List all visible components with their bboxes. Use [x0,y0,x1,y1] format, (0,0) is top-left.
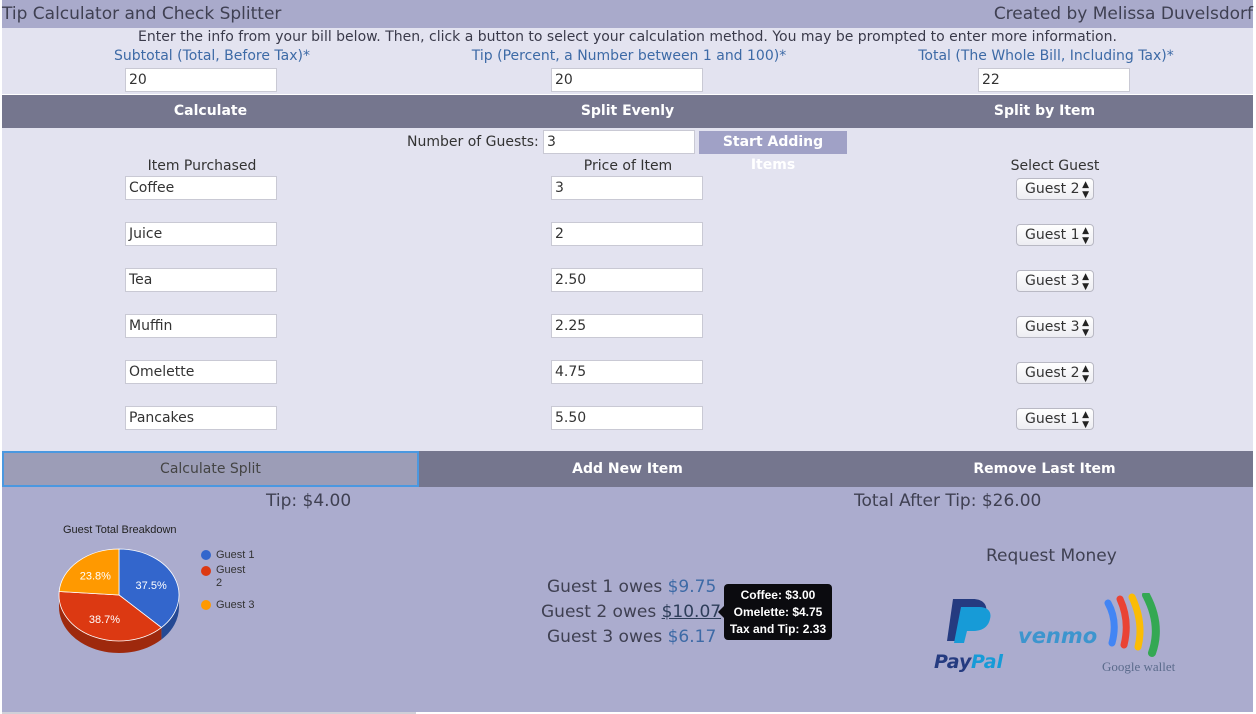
paypal-icon[interactable]: Pay Pal [931,595,1011,675]
subtotal-label: Subtotal (Total, Before Tax)* [114,48,310,64]
pie-slice-label: 23.8% [80,570,111,582]
owes-amount-link[interactable]: $10.07 [662,602,721,622]
calculate-button[interactable]: Calculate [2,95,419,128]
number-of-guests-label: Number of Guests: [407,134,539,150]
app-header: Tip Calculator and Check Splitter Create… [2,0,1253,28]
select-arrows-icon: ▲ ▼ [1082,180,1089,200]
guest-select[interactable]: Guest 3 ▲ ▼ [1016,316,1094,338]
total-label: Total (The Whole Bill, Including Tax)* [918,48,1174,64]
guest-1-owes: Guest 1 owes $9.75 [547,577,716,597]
instructions-text: Enter the info from your bill below. The… [138,29,1117,45]
guest-select-value: Guest 1 [1025,411,1080,427]
svg-text:Google wallet: Google wallet [1102,659,1176,674]
guest-select-value: Guest 2 [1025,181,1080,197]
item-price-input[interactable]: 3 [551,176,703,200]
item-column-header: Item Purchased [147,158,257,174]
pie-slice-label: 38.7% [89,614,120,626]
total-input[interactable]: 22 [978,68,1130,92]
guest-select-value: Guest 1 [1025,227,1080,243]
number-of-guests-input[interactable]: 3 [543,130,695,154]
legend-dot-icon [201,550,211,560]
tip-calculator-app: Tip Calculator and Check Splitter Create… [2,0,1253,714]
select-arrows-icon: ▲ ▼ [1082,272,1089,292]
tip-input[interactable]: 20 [551,68,703,92]
guest-select[interactable]: Guest 2 ▲ ▼ [1016,362,1094,384]
item-name-input[interactable]: Muffin [125,314,277,338]
svg-text:Pal: Pal [971,651,1004,673]
breakdown-tooltip: Coffee: $3.00 Omelette: $4.75 Tax and Ti… [718,584,832,640]
legend-label: Guest 2 [216,564,246,589]
select-arrows-icon: ▲ ▼ [1082,318,1089,338]
start-adding-items-button[interactable]: Start Adding Items [699,131,847,173]
select-arrows-icon: ▲ ▼ [1082,226,1089,246]
pie-slice-label: 37.5% [136,580,167,592]
legend-item-guest-1: Guest 1 [201,548,255,564]
item-price-input[interactable]: 2.50 [551,268,703,292]
item-price-input[interactable]: 2 [551,222,703,246]
legend-dot-icon [201,600,211,610]
guest-select-value: Guest 3 [1025,273,1080,289]
owes-amount-link[interactable]: $9.75 [668,577,717,597]
item-price-input[interactable]: 2.25 [551,314,703,338]
owes-label: Guest 2 owes [541,602,657,622]
venmo-icon[interactable]: venmo [1016,621,1106,651]
tip-amount: Tip: $4.00 [266,491,352,511]
guest-3-owes: Guest 3 owes $6.17 [547,627,716,647]
app-title: Tip Calculator and Check Splitter [2,4,282,24]
add-new-item-button[interactable]: Add New Item [419,451,836,487]
svg-text:venmo: venmo [1018,624,1097,648]
legend-label: Guest 1 [216,549,255,561]
item-price-input[interactable]: 4.75 [551,360,703,384]
price-column-header: Price of Item [583,158,673,174]
tooltip-line: Tax and Tip: 2.33 [729,622,827,636]
split-evenly-button[interactable]: Split Evenly [419,95,836,128]
legend-label: Guest 3 [216,599,255,611]
owes-label: Guest 3 owes [547,627,663,647]
item-price-input[interactable]: 5.50 [551,406,703,430]
guest-breakdown-pie-chart: 37.5% 38.7% 23.8% [58,548,180,653]
results-panel: Tip: $4.00 Total After Tip: $26.00 Guest… [2,487,1253,712]
request-money-heading: Request Money [986,546,1117,566]
total-after-tip: Total After Tip: $26.00 [854,491,1042,511]
tip-label: Tip (Percent, a Number between 1 and 100… [471,48,787,64]
split-by-item-button[interactable]: Split by Item [836,95,1253,128]
item-name-input[interactable]: Juice [125,222,277,246]
guest-select[interactable]: Guest 1 ▲ ▼ [1016,224,1094,246]
guest-select[interactable]: Guest 2 ▲ ▼ [1016,178,1094,200]
bill-info-panel: Enter the info from your bill below. The… [2,28,1253,94]
guest-column-header: Select Guest [1010,158,1100,174]
item-name-input[interactable]: Tea [125,268,277,292]
legend-dot-icon [201,566,211,576]
item-name-input[interactable]: Omelette [125,360,277,384]
method-bar: Calculate Split Evenly Split by Item [2,95,1253,128]
subtotal-input[interactable]: 20 [125,68,277,92]
select-arrows-icon: ▲ ▼ [1082,410,1089,430]
calculate-split-button[interactable]: Calculate Split [2,451,419,487]
guest-select-value: Guest 3 [1025,319,1080,335]
tooltip-line: Coffee: $3.00 [740,588,816,602]
remove-last-item-button[interactable]: Remove Last Item [836,451,1253,487]
legend-item-guest-3: Guest 3 [201,598,255,614]
google-wallet-icon[interactable]: Google wallet [1098,593,1182,677]
owes-amount-link[interactable]: $6.17 [668,627,717,647]
author-credit: Created by Melissa Duvelsdorf [993,4,1253,24]
owes-label: Guest 1 owes [547,577,663,597]
guest-select-value: Guest 2 [1025,365,1080,381]
guest-select[interactable]: Guest 1 ▲ ▼ [1016,408,1094,430]
guest-select[interactable]: Guest 3 ▲ ▼ [1016,270,1094,292]
chart-legend: Guest 1 Guest 2 Guest 3 [201,548,255,614]
legend-item-guest-2: Guest 2 [201,564,251,598]
svg-text:Pay: Pay [934,651,973,673]
chart-title: Guest Total Breakdown [63,524,177,536]
items-panel: Number of Guests: 3 Start Adding Items I… [2,128,1253,451]
guest-2-owes: Guest 2 owes $10.07 [541,602,721,622]
select-arrows-icon: ▲ ▼ [1082,364,1089,384]
item-name-input[interactable]: Coffee [125,176,277,200]
action-bar: Calculate Split Add New Item Remove Last… [2,451,1253,487]
tooltip-line: Omelette: $4.75 [733,605,823,619]
item-name-input[interactable]: Pancakes [125,406,277,430]
